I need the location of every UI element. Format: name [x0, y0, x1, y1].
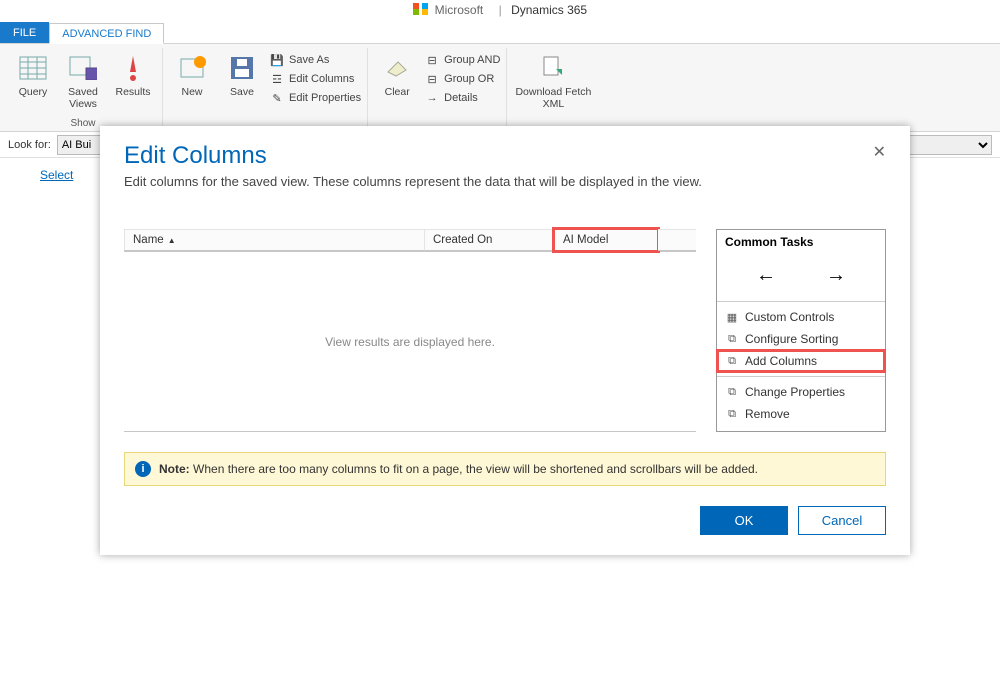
columns-header: Name▲ Created On AI Model	[124, 229, 696, 252]
custom-controls-icon: ▦	[725, 310, 739, 324]
download-fetch-xml-button[interactable]: Download Fetch XML	[513, 48, 593, 110]
edit-columns-icon: ☲	[269, 71, 285, 87]
table-icon	[17, 52, 49, 84]
common-tasks-panel: Common Tasks ← → ▦Custom Controls ⧉Confi…	[716, 229, 886, 432]
tab-row: FILE ADVANCED FIND	[0, 22, 1000, 44]
exclamation-icon	[117, 52, 149, 84]
properties-icon: ⧉	[725, 385, 739, 399]
group-or-icon: ⊟	[424, 71, 440, 87]
add-columns-icon: ⧉	[725, 354, 739, 368]
move-left-button[interactable]: ←	[756, 264, 776, 287]
eraser-icon	[381, 52, 413, 84]
move-right-button[interactable]: →	[826, 264, 846, 287]
column-header-created-on[interactable]: Created On	[424, 229, 554, 251]
remove-icon: ⧉	[725, 407, 739, 421]
close-button[interactable]: ✕	[873, 142, 886, 162]
cancel-button[interactable]: Cancel	[798, 506, 886, 535]
brand-product: Dynamics 365	[511, 3, 587, 17]
column-header-name[interactable]: Name▲	[124, 229, 424, 251]
group-or-button[interactable]: ⊟Group OR	[424, 71, 500, 87]
results-button[interactable]: Results	[110, 48, 156, 98]
column-header-ai-model[interactable]: AI Model	[554, 229, 658, 251]
saved-views-icon	[67, 52, 99, 84]
results-placeholder: View results are displayed here.	[124, 252, 696, 432]
look-for-label: Look for:	[8, 139, 51, 151]
download-icon	[537, 52, 569, 84]
ok-button[interactable]: OK	[700, 506, 788, 535]
details-button[interactable]: →Details	[424, 90, 500, 106]
group-and-icon: ⊟	[424, 52, 440, 68]
add-columns-task[interactable]: ⧉Add Columns	[717, 350, 885, 372]
configure-sorting-task[interactable]: ⧉Configure Sorting	[717, 328, 885, 350]
columns-area: Name▲ Created On AI Model View results a…	[124, 229, 696, 432]
microsoft-logo-icon	[413, 3, 428, 18]
edit-columns-button[interactable]: ☲Edit Columns	[269, 71, 361, 87]
save-icon	[226, 52, 258, 84]
note-bar: i Note: When there are too many columns …	[124, 452, 886, 486]
change-properties-task[interactable]: ⧉Change Properties	[717, 381, 885, 403]
save-button[interactable]: Save	[219, 48, 265, 98]
save-as-icon: 💾	[269, 52, 285, 68]
select-link[interactable]: Select	[40, 168, 73, 182]
custom-controls-task[interactable]: ▦Custom Controls	[717, 306, 885, 328]
sort-icon: ⧉	[725, 332, 739, 346]
details-icon: →	[424, 90, 440, 106]
dialog-subtitle: Edit columns for the saved view. These c…	[124, 174, 886, 189]
brand-company: Microsoft	[435, 3, 484, 17]
saved-views-button[interactable]: Saved Views	[60, 48, 106, 110]
dialog-title: Edit Columns	[124, 142, 267, 170]
clear-button[interactable]: Clear	[374, 48, 420, 98]
info-icon: i	[135, 461, 151, 477]
tab-file[interactable]: FILE	[0, 22, 49, 43]
edit-properties-icon: ✎	[269, 90, 285, 106]
remove-task[interactable]: ⧉Remove	[717, 403, 885, 425]
common-tasks-header: Common Tasks	[717, 230, 885, 254]
new-table-icon	[176, 52, 208, 84]
group-and-button[interactable]: ⊟Group AND	[424, 52, 500, 68]
brand-bar: Microsoft | Dynamics 365	[0, 0, 1000, 22]
edit-properties-button[interactable]: ✎Edit Properties	[269, 90, 361, 106]
ribbon: Query Saved Views Results Show New Save	[0, 44, 1000, 132]
query-button[interactable]: Query	[10, 48, 56, 98]
edit-columns-dialog: Edit Columns ✕ Edit columns for the save…	[100, 126, 910, 555]
sort-asc-icon: ▲	[168, 236, 176, 245]
new-button[interactable]: New	[169, 48, 215, 98]
tab-advanced-find[interactable]: ADVANCED FIND	[49, 23, 164, 44]
save-as-button[interactable]: 💾Save As	[269, 52, 361, 68]
